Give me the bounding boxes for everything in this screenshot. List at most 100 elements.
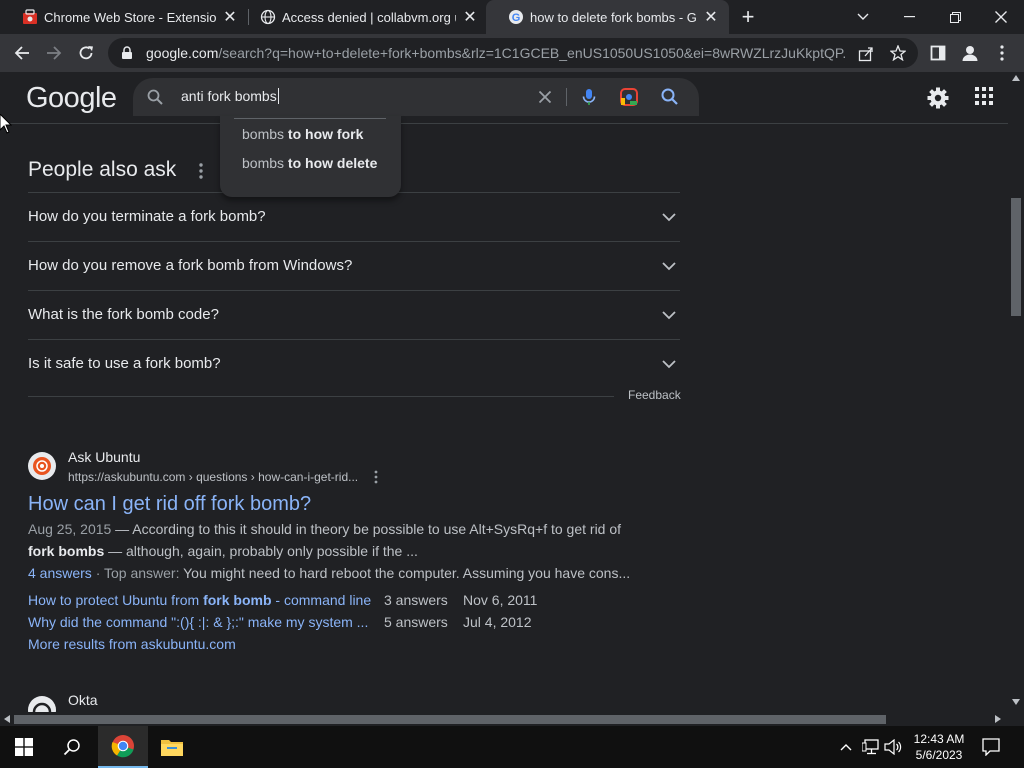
vertical-scroll-thumb[interactable] <box>1011 198 1021 316</box>
paa-question[interactable]: Is it safe to use a fork bomb? <box>28 339 680 388</box>
scroll-right-arrow-icon[interactable] <box>995 715 1001 723</box>
start-button[interactable] <box>0 726 48 768</box>
new-tab-icon[interactable]: + <box>732 0 764 34</box>
result-more-icon[interactable] <box>372 470 380 484</box>
taskbar-search-icon[interactable] <box>48 726 96 768</box>
lock-icon[interactable] <box>120 46 134 60</box>
tab-search-icon[interactable] <box>840 0 886 34</box>
tab-chrome-web-store[interactable]: Chrome Web Store - Extensions ✕ <box>0 0 248 34</box>
scroll-down-arrow-icon[interactable] <box>1012 699 1020 705</box>
back-arrow-icon[interactable] <box>8 39 36 67</box>
answers-link[interactable]: 4 answers <box>28 565 92 581</box>
sublink[interactable]: Why did the command ":(){ :|: & };:" mak… <box>28 614 368 630</box>
more-results-link[interactable]: More results from askubuntu.com <box>28 636 236 652</box>
clear-search-icon[interactable] <box>535 87 555 107</box>
result-title-link[interactable]: How can I get rid off fork bomb? <box>28 493 311 516</box>
paa-question[interactable]: How do you terminate a fork bomb? <box>28 192 680 241</box>
snippet-text: — According to this it should in theory … <box>111 521 622 537</box>
vertical-scrollbar[interactable] <box>1008 72 1024 712</box>
tab-title: how to delete fork bombs - Google <box>530 9 697 25</box>
volume-icon[interactable] <box>884 739 902 755</box>
url-text: google.com/search?q=how+to+delete+fork+b… <box>146 45 846 61</box>
autocomplete-dropdown: bombs to how fork bombs to how delete <box>220 116 401 197</box>
suggestion-item[interactable]: bombs to how delete <box>242 155 377 171</box>
sublink-answer-count: 3 answers <box>384 592 448 608</box>
okta-favicon[interactable] <box>28 696 56 712</box>
more-options-icon[interactable] <box>195 162 207 180</box>
scroll-left-arrow-icon[interactable] <box>4 715 10 723</box>
tab-title: Access denied | collabvm.org used <box>282 9 456 25</box>
microphone-icon[interactable] <box>579 87 599 107</box>
address-bar[interactable]: google.com/search?q=how+to+delete+fork+b… <box>108 38 918 68</box>
suggestion-prefix: bombs <box>242 126 285 142</box>
tab-close-icon[interactable]: ✕ <box>222 9 238 26</box>
feedback-link[interactable]: Feedback <box>628 388 681 402</box>
sublink-date: Jul 4, 2012 <box>463 614 532 630</box>
restore-icon[interactable] <box>932 0 978 34</box>
sublink-text: Why did the command ":(){ :|: & };:" mak… <box>28 614 369 630</box>
tab-access-denied[interactable]: Access denied | collabvm.org used ✕ <box>238 0 488 34</box>
notifications-icon[interactable] <box>982 738 1000 756</box>
answers-snippet: You might need to hard reboot the comput… <box>183 565 631 581</box>
paa-question[interactable]: What is the fork bomb code? <box>28 290 680 339</box>
search-box[interactable]: anti fork bombs <box>133 78 699 116</box>
forward-arrow-icon[interactable] <box>40 39 68 67</box>
chevron-down-icon <box>662 311 676 320</box>
taskbar-file-explorer-icon[interactable] <box>148 726 196 768</box>
tab-close-icon[interactable]: ✕ <box>703 9 719 26</box>
search-input[interactable]: anti fork bombs <box>181 88 279 104</box>
google-logo[interactable]: Google <box>26 82 117 115</box>
scroll-up-arrow-icon[interactable] <box>1012 75 1020 81</box>
tab-close-icon[interactable]: ✕ <box>462 9 478 26</box>
side-panel-icon[interactable] <box>924 39 952 67</box>
close-window-icon[interactable] <box>978 0 1024 34</box>
result-site-name[interactable]: Ask Ubuntu <box>68 449 140 465</box>
paa-divider <box>28 396 614 397</box>
result-date: Aug 25, 2015 <box>28 521 112 537</box>
tab-google-search[interactable]: G how to delete fork bombs - Google ✕ <box>486 0 729 34</box>
clock-date: 5/6/2023 <box>915 748 963 762</box>
horizontal-scrollbar[interactable] <box>0 712 1008 726</box>
google-header: Google anti fork bombs <box>0 72 1008 124</box>
suggestion-item[interactable]: bombs to how fork <box>242 126 363 142</box>
network-icon[interactable] <box>862 739 880 755</box>
sublink-bold: fork bomb <box>203 592 272 608</box>
google-g-icon: G <box>509 10 523 24</box>
result-answers-line: 4 answers · Top answer: You might need t… <box>28 565 630 581</box>
horizontal-scroll-thumb[interactable] <box>14 715 886 724</box>
clock-time: 12:43 AM <box>913 732 965 746</box>
search-divider <box>566 88 567 106</box>
google-lens-icon[interactable] <box>619 87 639 107</box>
search-submit-icon[interactable] <box>660 87 680 107</box>
bookmark-star-icon[interactable] <box>890 45 906 61</box>
share-icon[interactable] <box>858 46 874 62</box>
paa-question[interactable]: How do you remove a fork bomb from Windo… <box>28 241 680 290</box>
settings-gear-icon[interactable] <box>926 86 950 110</box>
profile-icon[interactable] <box>956 39 984 67</box>
google-apps-icon[interactable] <box>974 86 994 106</box>
chrome-menu-icon[interactable] <box>988 39 1016 67</box>
chrome-web-store-icon <box>23 9 37 24</box>
chevron-down-icon <box>662 213 676 222</box>
sublink-date: Nov 6, 2011 <box>463 592 538 608</box>
tab-title: Chrome Web Store - Extensions <box>44 9 216 25</box>
answers-label: · Top answer: <box>91 565 184 581</box>
mouse-cursor-icon <box>0 114 12 134</box>
taskbar-chrome-icon[interactable] <box>98 726 148 768</box>
system-clock[interactable]: 12:43 AM 5/6/2023 <box>906 731 972 763</box>
askubuntu-favicon[interactable] <box>28 452 56 480</box>
url-path: /search?q=how+to+delete+fork+bombs&rlz=1… <box>218 45 846 61</box>
result-site-name[interactable]: Okta <box>68 692 98 708</box>
sublink-answer-count: 5 answers <box>384 614 448 630</box>
show-hidden-icons-chevron-icon[interactable] <box>840 743 852 751</box>
paa-question-text: Is it safe to use a fork bomb? <box>28 355 221 372</box>
reload-icon[interactable] <box>72 39 100 67</box>
result-url[interactable]: https://askubuntu.com › questions › how-… <box>68 470 358 484</box>
chevron-down-icon <box>662 262 676 271</box>
suggestion-prefix: bombs <box>242 155 285 171</box>
suggestion-bold: to how fork <box>287 126 364 142</box>
sublink[interactable]: How to protect Ubuntu from fork bomb - c… <box>28 592 371 608</box>
page-content: Google anti fork bombs bombs to how fork… <box>0 72 1008 712</box>
minimize-icon[interactable] <box>886 0 932 34</box>
globe-icon <box>260 9 276 25</box>
